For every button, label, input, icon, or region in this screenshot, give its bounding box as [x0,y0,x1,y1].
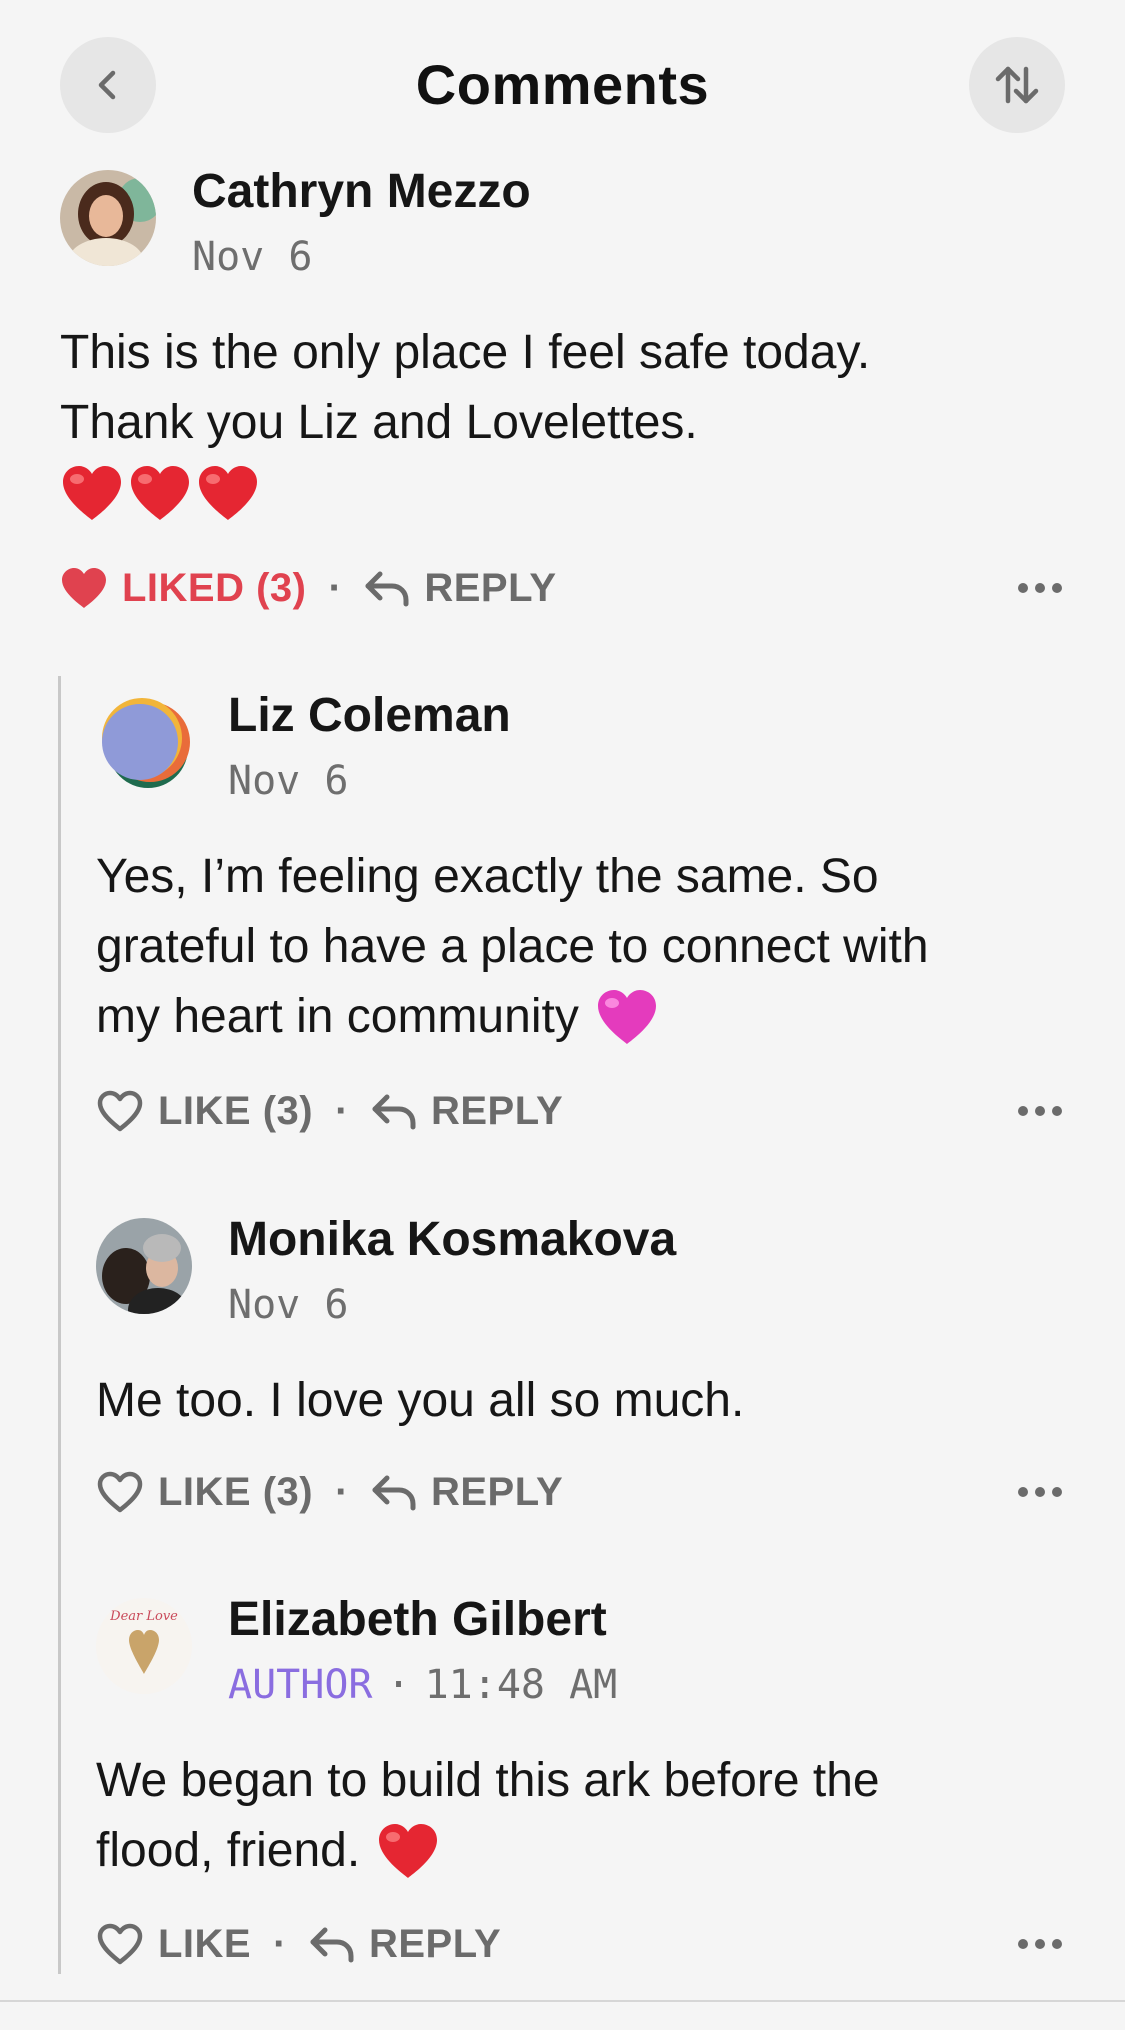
comment: Dear Love Elizabeth Gilbert AUTHOR · 11:48… [96,1593,1062,1978]
author-name[interactable]: Monika Kosmakova [228,1212,676,1267]
avatar[interactable] [60,170,156,266]
heart-outline-icon [97,1923,143,1965]
body-line: grateful to have a place to connect with [96,920,929,973]
red-heart-emoji [379,1824,438,1878]
comment-body: Me too. I love you all so much. [96,1366,744,1436]
red-heart-emoji [131,466,189,520]
more-dots-icon [1018,1487,1062,1497]
like-button[interactable]: LIKE [96,1922,251,1967]
body-line: flood, friend. [96,1824,361,1877]
thread-line [58,676,61,1552]
page-title: Comments [415,53,710,116]
body-line: Thank you Liz and Lovelettes. [60,396,698,449]
body-line: We began to build this ark before the [96,1754,880,1807]
comment-actions: LIKE · REPLY [96,1914,501,1974]
divider [0,2000,1125,2002]
like-label: LIKE (3) [158,1469,314,1514]
reply-button[interactable]: REPLY [371,1089,563,1134]
separator-dot: · [386,1662,411,1708]
like-button[interactable]: LIKED (3) [60,566,307,611]
more-options-button[interactable] [1010,1462,1070,1522]
body-line: Me too. I love you all so much. [96,1374,745,1427]
reply-arrow-icon [365,571,409,607]
more-options-button[interactable] [1010,1081,1070,1141]
reply-arrow-icon [372,1475,416,1511]
heart-outline-icon [97,1090,143,1132]
like-label: LIKED (3) [122,565,307,610]
comment-date: Nov 6 [228,758,349,804]
avatar[interactable]: Dear Love [96,1598,192,1694]
reply-label: REPLY [424,565,557,610]
avatar[interactable] [96,1218,192,1314]
like-label: LIKE [158,1921,252,1966]
author-name[interactable]: Elizabeth Gilbert [228,1592,607,1647]
more-options-button[interactable] [1010,1914,1070,1974]
reply-arrow-icon [372,1094,416,1130]
comment: Cathryn Mezzo Nov 6 This is the only pla… [60,165,1062,620]
reply-button[interactable]: REPLY [309,1922,501,1967]
comment-body: Yes, I’m feeling exactly the same. So gr… [96,842,929,1052]
comment-date: 11:48 AM [424,1662,618,1708]
separator-dot: · [335,1088,349,1133]
comment-body: We began to build this ark before the fl… [96,1746,880,1886]
comment-meta: AUTHOR · 11:48 AM [228,1662,617,1708]
sort-arrows-icon [995,66,1039,104]
like-button[interactable]: LIKE (3) [96,1089,313,1134]
heart-filled-icon [62,568,106,608]
separator-dot: · [328,565,343,610]
avatar[interactable] [96,694,192,790]
reply-label: REPLY [430,1469,564,1514]
author-badge: AUTHOR [228,1662,373,1708]
more-options-button[interactable] [1010,558,1070,618]
comment-actions: LIKED (3) · REPLY [60,558,557,618]
like-button[interactable]: LIKE (3) [96,1470,313,1515]
emoji-row [60,458,870,528]
red-heart-emoji [63,466,121,520]
comment: Liz Coleman Nov 6 Yes, I’m feeling exact… [96,689,1062,1134]
body-line-with-emoji: flood, friend. [96,1816,880,1886]
like-label: LIKE (3) [158,1088,314,1133]
body-line-with-emoji: my heart in community [96,982,929,1052]
body-line: my heart in community [96,990,579,1043]
pink-heart-emoji [597,990,656,1044]
red-heart-emoji [199,466,257,520]
author-name[interactable]: Liz Coleman [228,688,511,743]
heart-outline-icon [97,1471,143,1513]
comment: Monika Kosmakova Nov 6 Me too. I love yo… [96,1213,1062,1518]
more-dots-icon [1018,1106,1062,1116]
reply-label: REPLY [368,1921,502,1966]
author-name[interactable]: Cathryn Mezzo [192,164,531,219]
comment-date: Nov 6 [228,1282,349,1328]
thread-line [58,1552,61,1974]
comment-date: Nov 6 [192,234,313,280]
sort-button[interactable] [969,37,1065,133]
comments-screen: Comments Cathryn Mezzo Nov 6 This is the… [0,0,1125,2030]
comment-body: This is the only place I feel safe today… [60,318,870,528]
separator-dot: · [273,1921,287,1966]
header: Comments [0,0,1125,170]
body-line: Yes, I’m feeling exactly the same. So [96,850,879,903]
comment-actions: LIKE (3) · REPLY [96,1462,563,1522]
reply-label: REPLY [430,1088,564,1133]
comment-actions: LIKE (3) · REPLY [96,1081,563,1141]
body-line: This is the only place I feel safe today… [60,326,871,379]
more-dots-icon [1018,583,1062,593]
reply-button[interactable]: REPLY [364,566,556,611]
reply-arrow-icon [310,1927,354,1963]
more-dots-icon [1018,1939,1062,1949]
avatar-logo-text: Dear Love [109,1609,178,1624]
separator-dot: · [335,1469,349,1514]
reply-button[interactable]: REPLY [371,1470,563,1515]
